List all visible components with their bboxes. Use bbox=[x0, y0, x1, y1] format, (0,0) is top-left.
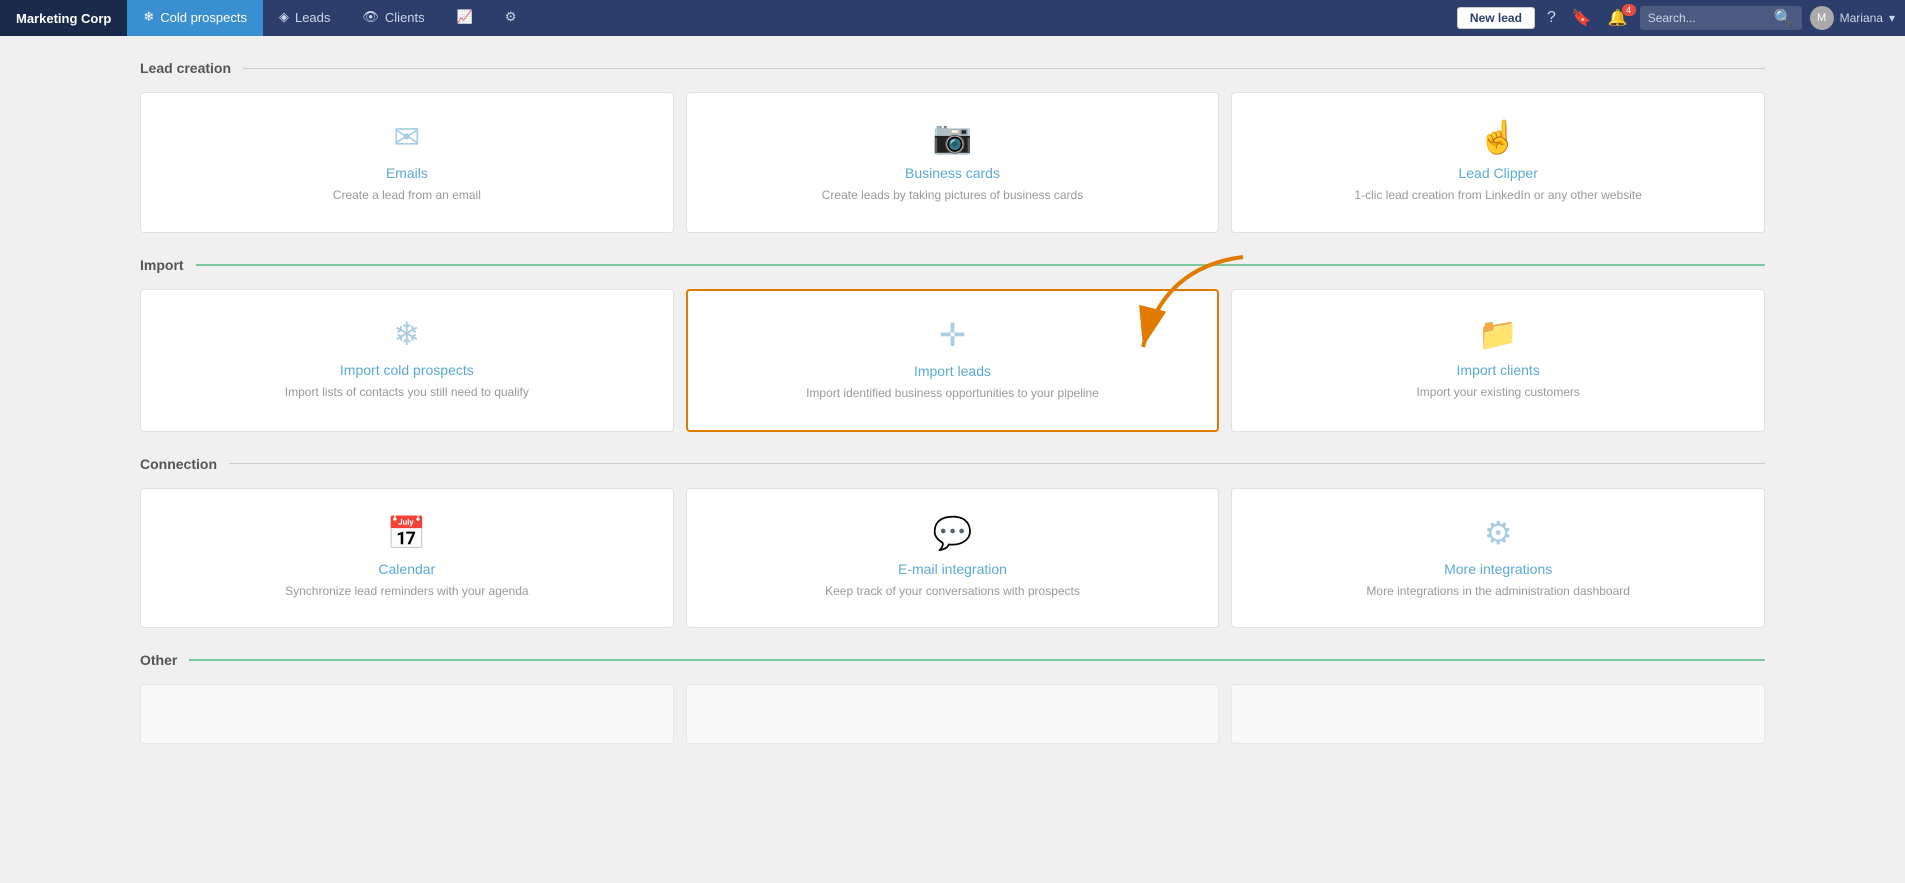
card-lead-clipper-desc: 1-clic lead creation from LinkedIn or an… bbox=[1354, 187, 1641, 204]
camera-icon: 📷 bbox=[933, 121, 973, 153]
connection-title: Connection bbox=[140, 456, 217, 472]
lead-creation-title: Lead creation bbox=[140, 60, 231, 76]
card-lead-clipper-title: Lead Clipper bbox=[1458, 165, 1537, 181]
card-business-cards[interactable]: 📷 Business cards Create leads by taking … bbox=[686, 92, 1220, 233]
nav-clients-label: Clients bbox=[385, 10, 425, 25]
card-import-cold-prospects-title: Import cold prospects bbox=[340, 362, 474, 378]
connection-section: Connection 📅 Calendar Synchronize lead r… bbox=[140, 456, 1765, 629]
nav-settings[interactable]: ⚙ bbox=[489, 0, 533, 36]
chevron-down-icon: ▾ bbox=[1889, 11, 1895, 25]
eye-icon: 👁 bbox=[362, 9, 379, 25]
leads-icon: ◈ bbox=[279, 9, 289, 25]
card-business-cards-title: Business cards bbox=[905, 165, 1000, 181]
card-emails-desc: Create a lead from an email bbox=[333, 187, 481, 204]
card-calendar[interactable]: 📅 Calendar Synchronize lead reminders wi… bbox=[140, 488, 674, 629]
card-import-leads-desc: Import identified business opportunities… bbox=[806, 385, 1099, 402]
card-other-3[interactable] bbox=[1231, 684, 1765, 744]
card-email-integration-desc: Keep track of your conversations with pr… bbox=[825, 583, 1080, 600]
help-button[interactable]: ? bbox=[1543, 7, 1560, 29]
other-title: Other bbox=[140, 652, 177, 668]
calendar-icon: 📅 bbox=[387, 517, 427, 549]
import-header: Import bbox=[140, 257, 1765, 273]
other-cards bbox=[140, 684, 1765, 744]
nav-leads[interactable]: ◈ Leads bbox=[263, 0, 346, 36]
chart-icon: 📈 bbox=[457, 9, 473, 25]
chat-icon: 💬 bbox=[933, 517, 973, 549]
card-more-integrations[interactable]: ⚙ More integrations More integrations in… bbox=[1231, 488, 1765, 629]
card-other-2[interactable] bbox=[686, 684, 1220, 744]
user-menu[interactable]: M Mariana ▾ bbox=[1810, 6, 1895, 30]
import-cards: ❄ Import cold prospects Import lists of … bbox=[140, 289, 1765, 432]
avatar: M bbox=[1810, 6, 1834, 30]
card-email-integration[interactable]: 💬 E-mail integration Keep track of your … bbox=[686, 488, 1220, 629]
card-import-cold-prospects-desc: Import lists of contacts you still need … bbox=[285, 384, 529, 401]
card-lead-clipper[interactable]: ☝ Lead Clipper 1-clic lead creation from… bbox=[1231, 92, 1765, 233]
card-emails-title: Emails bbox=[386, 165, 428, 181]
nav-cold-prospects[interactable]: ❄ Cold prospects bbox=[127, 0, 263, 36]
card-more-integrations-title: More integrations bbox=[1444, 561, 1552, 577]
crosshair-icon: ✛ bbox=[939, 319, 966, 351]
card-more-integrations-desc: More integrations in the administration … bbox=[1366, 583, 1629, 600]
search-box[interactable]: 🔍 bbox=[1640, 6, 1802, 30]
other-section: Other bbox=[140, 652, 1765, 744]
card-email-integration-title: E-mail integration bbox=[898, 561, 1007, 577]
card-import-clients-title: Import clients bbox=[1457, 362, 1540, 378]
snowflake-card-icon: ❄ bbox=[393, 318, 420, 350]
folder-icon: 📁 bbox=[1478, 318, 1518, 350]
card-emails[interactable]: ✉ Emails Create a lead from an email bbox=[140, 92, 674, 233]
bookmark-button[interactable]: 🔖 bbox=[1568, 6, 1596, 30]
lead-creation-divider bbox=[243, 68, 1765, 69]
nav-leads-label: Leads bbox=[295, 10, 330, 25]
email-icon: ✉ bbox=[393, 121, 420, 153]
other-divider bbox=[189, 659, 1765, 661]
lead-creation-header: Lead creation bbox=[140, 60, 1765, 76]
snowflake-icon: ❄ bbox=[143, 9, 154, 25]
card-import-clients-desc: Import your existing customers bbox=[1416, 384, 1579, 401]
card-import-leads-title: Import leads bbox=[914, 363, 991, 379]
notification-badge: 4 bbox=[1622, 4, 1636, 16]
pointer-icon: ☝ bbox=[1478, 121, 1518, 153]
gear-icon: ⚙ bbox=[505, 9, 517, 25]
search-input[interactable] bbox=[1648, 11, 1768, 25]
nav-cold-prospects-label: Cold prospects bbox=[160, 10, 247, 25]
user-name: Mariana bbox=[1840, 11, 1883, 25]
navbar-right: New lead ? 🔖 🔔 4 🔍 M Mariana ▾ bbox=[1447, 0, 1905, 36]
card-calendar-desc: Synchronize lead reminders with your age… bbox=[285, 583, 528, 600]
main-content: Lead creation ✉ Emails Create a lead fro… bbox=[0, 36, 1905, 883]
search-icon: 🔍 bbox=[1774, 8, 1794, 28]
card-other-1[interactable] bbox=[140, 684, 674, 744]
other-header: Other bbox=[140, 652, 1765, 668]
connection-header: Connection bbox=[140, 456, 1765, 472]
connection-divider bbox=[229, 463, 1765, 464]
card-import-cold-prospects[interactable]: ❄ Import cold prospects Import lists of … bbox=[140, 289, 674, 432]
lead-creation-cards: ✉ Emails Create a lead from an email 📷 B… bbox=[140, 92, 1765, 233]
app-brand[interactable]: Marketing Corp bbox=[0, 0, 127, 36]
import-title: Import bbox=[140, 257, 184, 273]
card-calendar-title: Calendar bbox=[378, 561, 435, 577]
lead-creation-section: Lead creation ✉ Emails Create a lead fro… bbox=[140, 60, 1765, 233]
import-divider bbox=[196, 264, 1765, 266]
connection-cards: 📅 Calendar Synchronize lead reminders wi… bbox=[140, 488, 1765, 629]
nav-clients[interactable]: 👁 Clients bbox=[346, 0, 440, 36]
nav-chart[interactable]: 📈 bbox=[441, 0, 489, 36]
notifications-button[interactable]: 🔔 4 bbox=[1604, 6, 1632, 30]
import-section: Import ❄ Import cold prospects Import li… bbox=[140, 257, 1765, 432]
card-import-clients[interactable]: 📁 Import clients Import your existing cu… bbox=[1231, 289, 1765, 432]
gears-icon: ⚙ bbox=[1484, 517, 1513, 549]
navbar: Marketing Corp ❄ Cold prospects ◈ Leads … bbox=[0, 0, 1905, 36]
new-lead-button[interactable]: New lead bbox=[1457, 7, 1535, 29]
card-import-leads[interactable]: ✛ Import leads Import identified busines… bbox=[686, 289, 1220, 432]
card-business-cards-desc: Create leads by taking pictures of busin… bbox=[822, 187, 1083, 204]
